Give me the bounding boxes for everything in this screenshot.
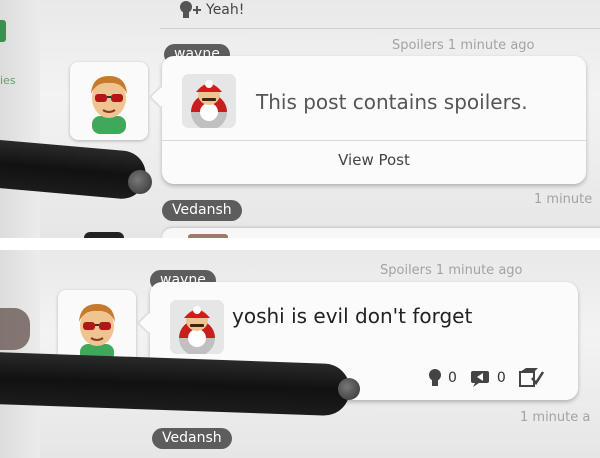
mii-avatar-icon: [91, 76, 127, 134]
bottom-screen: wayne Spoilers 1 minute ago yoshi is evi…: [0, 250, 600, 458]
yeah-count: 0: [448, 370, 457, 386]
divider: [162, 140, 586, 141]
speech-tail: [151, 87, 171, 107]
post-meta: Spoilers 1 minute ago: [392, 38, 535, 53]
left-accent: [0, 20, 6, 42]
username-tag[interactable]: Vedansh: [162, 200, 242, 221]
username-tag[interactable]: Vedansh: [152, 428, 232, 449]
game-icon: [188, 234, 228, 238]
post-body: This post contains spoilers.: [256, 90, 528, 114]
post-body: yoshi is evil don't forget: [232, 304, 473, 328]
left-fragment-text: ies: [0, 74, 16, 87]
yeah-plus-icon: [178, 0, 202, 20]
speech-tail: [139, 313, 159, 333]
avatar: [84, 232, 124, 238]
left-strip: [0, 0, 40, 238]
game-icon: [182, 74, 236, 128]
reply-count: 0: [496, 370, 506, 386]
reply-icon[interactable]: [469, 368, 493, 388]
divider: [160, 28, 600, 29]
avatar[interactable]: [70, 62, 148, 140]
post-card[interactable]: This post contains spoilers. View Post: [151, 56, 586, 184]
post-meta: 1 minute: [534, 192, 593, 207]
yeah-label: Yeah!: [206, 2, 245, 18]
post-actions: 0 0: [426, 368, 544, 388]
stylus-tip: [128, 170, 152, 194]
post-meta: 1 minute a: [520, 410, 591, 425]
stylus-tip: [338, 378, 360, 400]
yeah-button[interactable]: Yeah!: [178, 0, 244, 20]
top-screen: ies Yeah! wayne Spoilers 1 minute ago Th…: [0, 0, 600, 238]
game-icon: [170, 300, 224, 354]
spoiler-icon: [518, 368, 544, 388]
post-meta: Spoilers 1 minute ago: [380, 263, 523, 278]
mii-avatar-icon: [79, 304, 115, 362]
view-post-button[interactable]: View Post: [162, 151, 586, 169]
finger: [0, 308, 30, 350]
yeah-icon[interactable]: [426, 368, 444, 388]
